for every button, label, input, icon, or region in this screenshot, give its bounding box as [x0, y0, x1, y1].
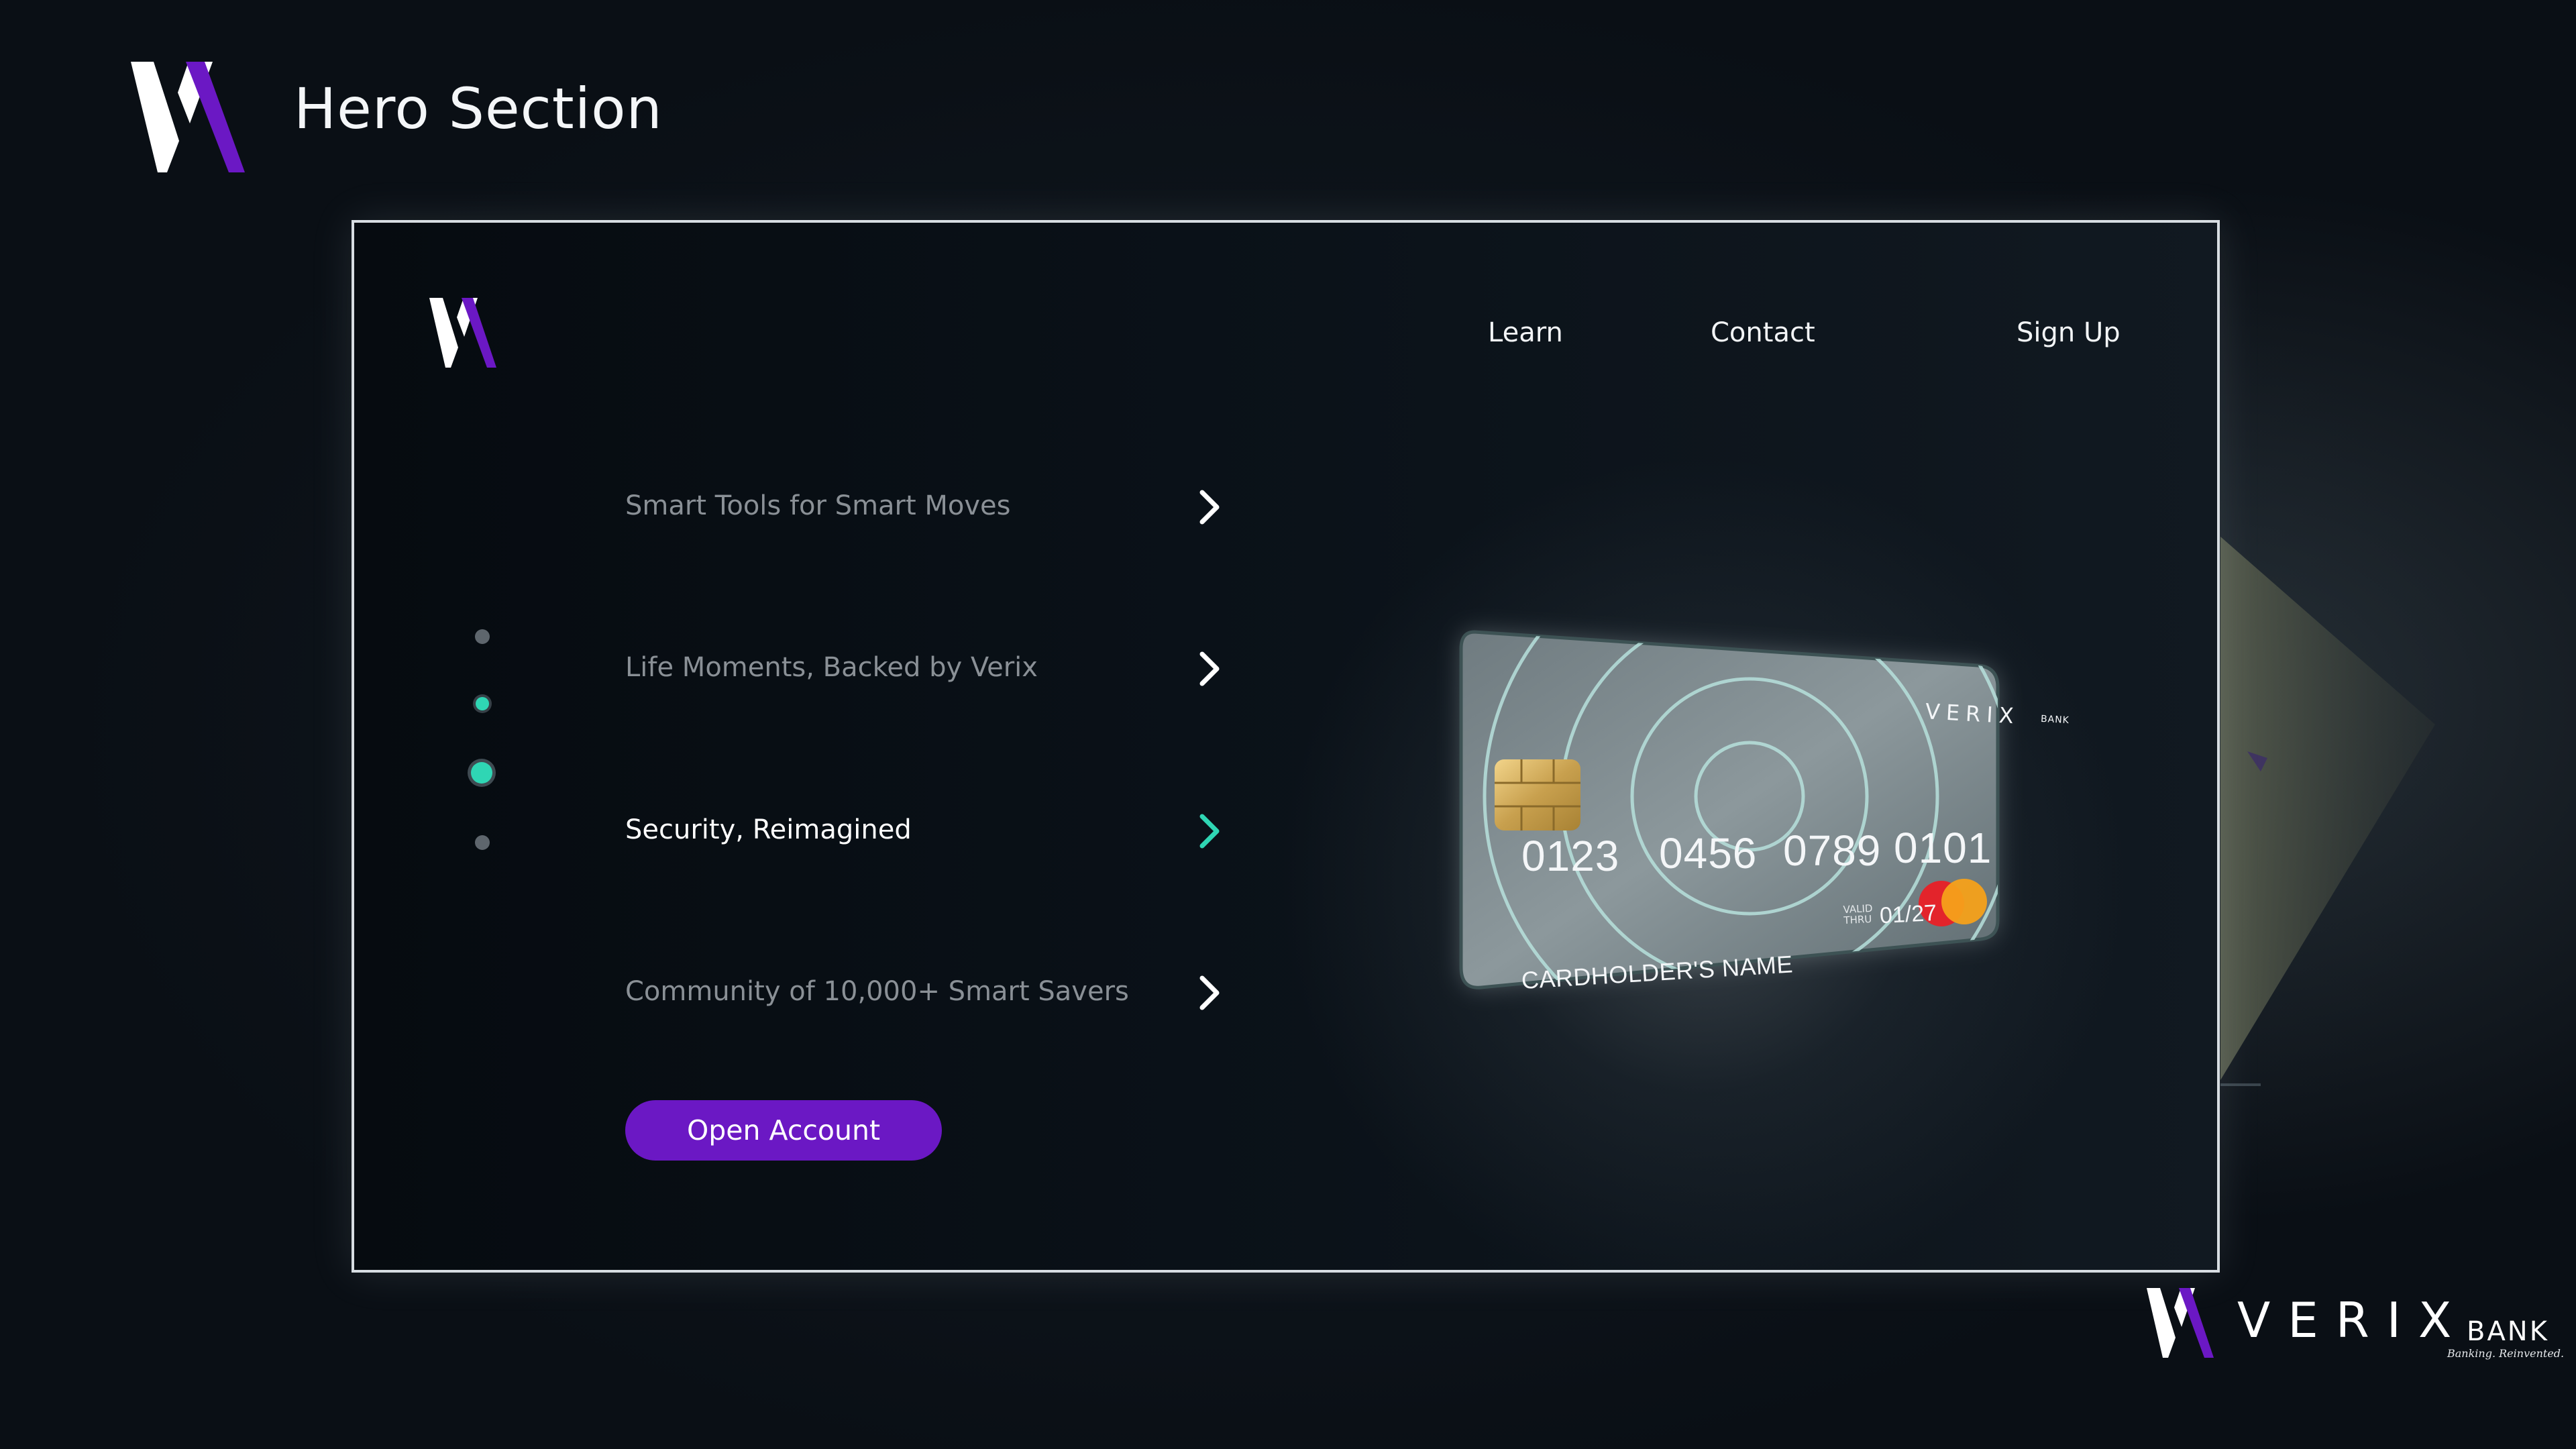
feature-label: Life Moments, Backed by Verix — [625, 652, 1038, 683]
card-brand-suffix: BANK — [2040, 713, 2070, 727]
nav-contact-link[interactable]: Contact — [1711, 317, 1815, 349]
credit-card: VERIX BANK 0123 0456 0789 0101 VALID THR… — [1428, 504, 2098, 1041]
nav-learn-link[interactable]: Learn — [1488, 317, 1563, 349]
card-number-group-4: 0101 — [1894, 824, 1992, 872]
card-number-group-1: 0123 — [1521, 832, 1620, 880]
vx-logo-icon — [2147, 1288, 2214, 1358]
chevron-right-icon — [1199, 490, 1220, 525]
progress-dot-active[interactable] — [471, 762, 492, 784]
chevron-right-icon — [1199, 814, 1220, 849]
card-expiry: 01/27 — [1879, 900, 1938, 929]
card-brand-name: VERIX — [1925, 698, 2021, 729]
vx-logo-icon — [131, 62, 245, 172]
card-number-group-2: 0456 — [1659, 829, 1758, 877]
brand-suffix: BANK — [2467, 1316, 2549, 1347]
background-shape — [2220, 537, 2435, 1080]
feature-item-community[interactable]: Community of 10,000+ Smart Savers — [625, 966, 1229, 1020]
card-number-group-3: 0789 — [1783, 826, 1882, 875]
background-line — [2220, 1083, 2261, 1086]
page-title: Hero Section — [294, 76, 663, 142]
progress-dot-1[interactable] — [475, 629, 490, 644]
chevron-right-icon — [1199, 975, 1220, 1010]
feature-label: Smart Tools for Smart Moves — [625, 490, 1011, 521]
brand-tagline: Banking. Reinvented. — [2447, 1347, 2565, 1360]
open-account-button[interactable]: Open Account — [625, 1100, 942, 1161]
card-valid-label-line2: THRU — [1843, 912, 1872, 926]
nav-sign-up-link[interactable]: Sign Up — [2017, 317, 2121, 349]
progress-dot-2[interactable] — [476, 697, 489, 710]
chevron-right-icon — [1199, 651, 1220, 686]
brand-name: VERIX — [2237, 1292, 2469, 1348]
presentation-slide: Hero Section Learn Contact Sign Up Smart — [0, 0, 2576, 1449]
progress-dot-4[interactable] — [475, 835, 490, 850]
card-chip-icon — [1495, 759, 1580, 830]
hero-frame: Learn Contact Sign Up Smart Tools for Sm… — [352, 220, 2220, 1273]
card-valid-label: VALID THRU — [1843, 902, 1873, 926]
feature-item-security[interactable]: Security, Reimagined — [625, 804, 1229, 858]
feature-label: Community of 10,000+ Smart Savers — [625, 976, 1129, 1007]
feature-item-life-moments[interactable]: Life Moments, Backed by Verix — [625, 642, 1229, 696]
vx-logo-icon[interactable] — [429, 298, 496, 368]
feature-item-smart-tools[interactable]: Smart Tools for Smart Moves — [625, 480, 1229, 534]
feature-label: Security, Reimagined — [625, 814, 912, 845]
